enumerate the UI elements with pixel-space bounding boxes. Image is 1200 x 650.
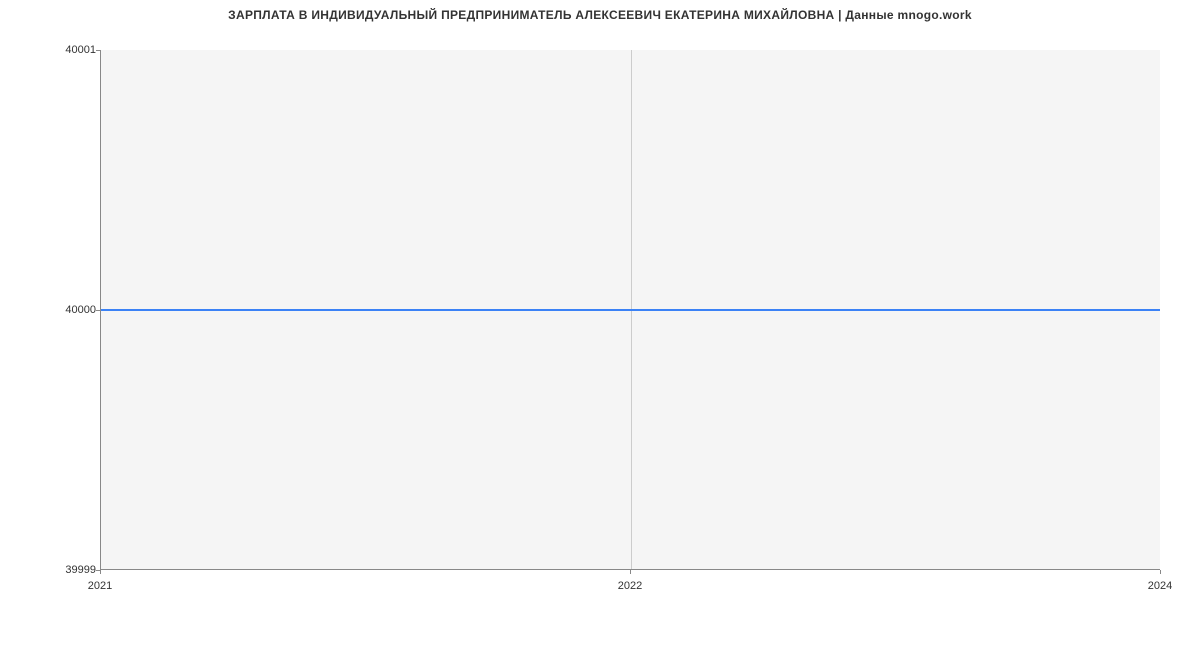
plot-area [100,50,1160,570]
y-tick-label: 39999 [65,564,96,576]
y-tick-label: 40001 [65,44,96,56]
data-line [101,309,1160,311]
x-tick-mark [1160,570,1161,574]
x-tick-label: 2024 [1148,580,1172,592]
y-tick-mark [96,50,100,51]
chart-title: ЗАРПЛАТА В ИНДИВИДУАЛЬНЫЙ ПРЕДПРИНИМАТЕЛ… [0,8,1200,22]
y-tick-label: 40000 [65,304,96,316]
x-tick-mark [100,570,101,574]
x-tick-label: 2021 [88,580,112,592]
y-tick-mark [96,310,100,311]
x-tick-label: 2022 [618,580,642,592]
x-tick-mark [630,570,631,574]
